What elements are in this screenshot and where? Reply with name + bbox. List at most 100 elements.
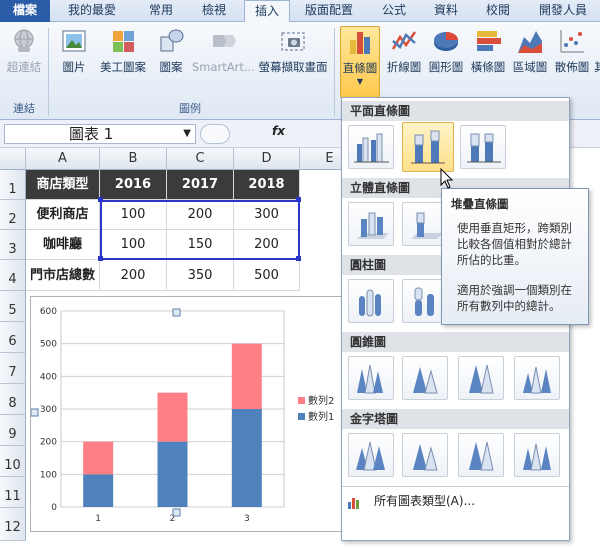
row-header[interactable]: 2 [0,200,26,230]
3d-pyramid-thumb[interactable] [514,433,560,477]
range-resize-handle[interactable] [98,197,103,202]
tab-formulas[interactable]: 公式 [372,0,416,22]
tab-page-layout[interactable]: 版面配置 [296,0,362,22]
table-cell[interactable]: 門市店總數 [26,260,100,291]
smartart-icon [208,26,238,56]
row-header[interactable]: 5 [0,291,26,322]
bar-segment [231,343,262,409]
3d-clustered-column-thumb[interactable] [348,202,394,246]
row-header[interactable]: 8 [0,384,26,415]
table-cell[interactable]: 便利商店 [26,200,100,230]
other-charts-button[interactable]: 其 [594,26,600,74]
table-cell[interactable]: 200 [234,230,300,260]
table-cell[interactable]: 350 [167,260,234,291]
column-chart-button[interactable]: 直條圖 ▼ [340,26,380,98]
stacked-cone-thumb[interactable] [402,356,448,400]
stacked-pyramid-thumb[interactable] [402,433,448,477]
range-resize-handle[interactable] [98,256,103,261]
stacked-column-tooltip: 堆疊直條圖 使用垂直矩形，跨類別比較各個值相對於總計所佔的比重。 適用於強調一個… [441,188,589,325]
tab-data[interactable]: 資料 [424,0,468,22]
3d-cone-thumb[interactable] [514,356,560,400]
row-header[interactable]: 10 [0,446,26,477]
pyramid-thumb[interactable] [348,433,394,477]
column-header-b[interactable]: B [100,148,167,170]
table-cell[interactable]: 500 [234,260,300,291]
column-header-a[interactable]: A [26,148,100,170]
row-header[interactable]: 7 [0,353,26,384]
row-header[interactable]: 12 [0,508,26,541]
table-cell[interactable]: 100 [100,200,167,230]
chevron-down-icon[interactable]: ▼ [183,125,191,143]
all-chart-types-menu-item[interactable]: 所有圖表類型(A)... [346,490,566,512]
cone-icon [469,364,494,394]
table-header-cell[interactable]: 2016 [100,170,167,200]
fx-icon[interactable]: fx [272,124,285,138]
smartart-button[interactable]: SmartArt... [192,26,255,74]
row-header[interactable]: 3 [0,230,26,260]
column-header-d[interactable]: D [234,148,300,170]
table-header-cell[interactable]: 2018 [234,170,300,200]
other-charts-label: 其 [594,60,600,74]
tab-developer[interactable]: 開發人員 [530,0,596,22]
table-header-cell[interactable]: 2017 [167,170,234,200]
select-all-corner[interactable] [0,148,26,170]
cone-thumb[interactable] [348,356,394,400]
tab-home[interactable]: 常用 [136,0,186,22]
tab-view[interactable]: 檢視 [192,0,236,22]
tooltip-title: 堆疊直條圖 [451,197,509,211]
y-tick-label: 500 [40,340,57,350]
cone-icon [413,367,438,394]
shapes-button[interactable]: 圖案 [154,26,188,74]
name-box[interactable]: 圖表 1 ▼ [4,124,196,144]
mouse-cursor-icon [440,168,454,189]
row-header[interactable]: 9 [0,415,26,446]
tab-favorites[interactable]: 我的最愛 [60,0,124,22]
screenshot-button[interactable]: 螢幕擷取畫面 [256,26,330,74]
bar-chart-button[interactable]: 橫條圖 [468,26,508,74]
line-chart-button[interactable]: 折線圖 [384,26,424,74]
area-chart-button[interactable]: 區域圖 [510,26,550,74]
clustered-column-thumb[interactable] [348,125,394,169]
row-header[interactable]: 1 [0,170,26,200]
table-cell[interactable]: 150 [167,230,234,260]
clipart-button[interactable]: 美工圖案 [96,26,150,74]
100-stacked-column-thumb[interactable] [460,125,506,169]
range-resize-handle[interactable] [296,256,301,261]
formula-expand-handle[interactable] [200,124,230,144]
pie-chart-button[interactable]: 圓形圖 [426,26,466,74]
100-stacked-pyramid-thumb[interactable] [458,433,504,477]
hyperlink-label: 超連結 [6,60,42,74]
row-header[interactable]: 11 [0,477,26,508]
area-chart-label: 區域圖 [512,60,548,74]
picture-button[interactable]: 圖片 [54,26,94,74]
table-cell[interactable]: 咖啡廳 [26,230,100,260]
table-cell[interactable]: 200 [100,260,167,291]
chart-resize-handle [172,308,181,317]
tab-review[interactable]: 校閱 [476,0,520,22]
ribbon-tab-bar: 檔案 我的最愛 常用 檢視 插入 版面配置 公式 資料 校閱 開發人員 [0,0,600,23]
table-cell[interactable]: 300 [234,200,300,230]
row-header[interactable]: 4 [0,260,26,291]
100-stacked-column-icon [467,133,501,163]
chart-types-icon [348,497,359,509]
column-header-c[interactable]: C [167,148,234,170]
table-cell[interactable]: 100 [100,230,167,260]
stacked-column-chart[interactable]: 01002003004005006001 2 3數列2數列1 [30,297,344,533]
scatter-chart-button[interactable]: 散佈圖 [552,26,592,74]
range-resize-handle[interactable] [296,197,301,202]
pyramid-icon [356,441,385,471]
stacked-column-thumb[interactable] [402,122,454,172]
divider [342,486,569,487]
tab-insert[interactable]: 插入 [244,0,290,23]
cylinder-thumb[interactable] [348,279,394,323]
table-cell[interactable]: 200 [167,200,234,230]
chart-object[interactable]: 0 100 200 300 400 500 600 1 2 3 數列2 數列1 [30,296,343,532]
100-stacked-cone-thumb[interactable] [458,356,504,400]
table-header-cell[interactable]: 商店類型 [26,170,100,200]
bar-segment [157,441,188,507]
tab-file[interactable]: 檔案 [0,0,50,22]
legend-swatch [298,413,305,420]
hyperlink-button[interactable]: 超連結 [2,26,46,74]
row-header[interactable]: 6 [0,322,26,353]
shapes-label: 圖案 [159,60,183,74]
